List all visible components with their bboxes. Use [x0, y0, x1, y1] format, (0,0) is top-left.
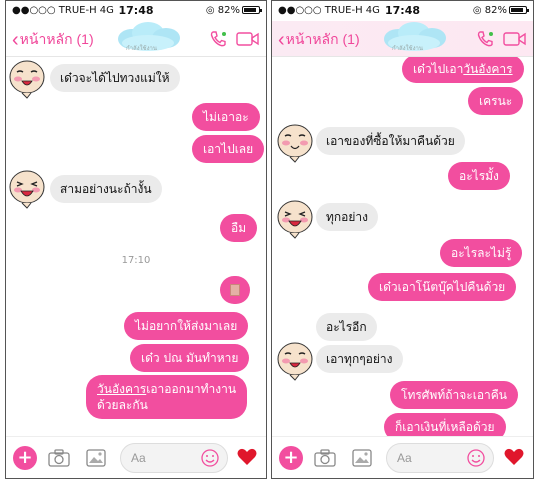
phone-icon[interactable] — [208, 29, 228, 49]
video-icon[interactable] — [503, 30, 527, 48]
avatar-sticker — [277, 200, 313, 239]
chat-header: ‹หน้าหลัก (1) กำลังใช้งาน — [272, 21, 533, 57]
chevron-left-icon: ‹ — [12, 29, 19, 51]
message-outgoing: เด๋วเอาโน๊ตบุ๊คไปคืนด้วย — [368, 273, 517, 301]
battery-percent: 82% — [217, 5, 240, 16]
message-outgoing: อะไรมั้ง — [448, 162, 510, 190]
image-icon[interactable] — [352, 448, 372, 468]
message-outgoing: เอาไปเลย — [192, 135, 265, 163]
video-icon[interactable] — [236, 30, 260, 48]
input-placeholder: Aa — [131, 451, 146, 465]
status-subtitle: กำลังใช้งาน — [126, 45, 158, 52]
message-outgoing: ไม่อยากให้ส่งมาเลย — [124, 312, 249, 340]
message-outgoing: ไม่เอาอะ — [192, 103, 260, 131]
camera-icon[interactable] — [48, 448, 70, 468]
message-input[interactable]: Aa — [120, 443, 228, 473]
battery-indicator: ◎ 82% — [205, 5, 262, 16]
status-subtitle: กำลังใช้งาน — [392, 45, 424, 52]
message-line: ด้วยละกัน — [97, 398, 148, 412]
message-outgoing: อะไรละไม่รู้ — [440, 239, 523, 267]
camera-icon[interactable] — [314, 448, 336, 468]
timestamp: 17:10 — [121, 255, 151, 266]
input-placeholder: Aa — [397, 451, 412, 465]
avatar-sticker — [277, 342, 313, 381]
back-button[interactable]: ‹หน้าหลัก (1) — [278, 29, 360, 51]
message-outgoing: เด๋วไปเอาวันอังคาร — [402, 57, 524, 83]
heart-icon[interactable] — [236, 447, 258, 467]
composer-bar: + Aa — [6, 436, 266, 478]
back-label: หน้าหลัก (1) — [285, 31, 360, 47]
battery-icon — [242, 6, 262, 14]
back-button[interactable]: ‹หน้าหลัก (1) — [12, 29, 94, 51]
heart-icon[interactable] — [503, 447, 525, 467]
message-outgoing: อืม — [220, 214, 258, 242]
plus-icon[interactable]: + — [279, 446, 303, 470]
battery-indicator: ◎ 82% — [472, 5, 529, 16]
composer-bar: + Aa — [272, 436, 533, 478]
message-outgoing: เด๋ว ปณ มันทำหาย — [130, 344, 250, 372]
image-icon[interactable] — [86, 448, 106, 468]
message-outgoing: เครนะ — [468, 87, 524, 115]
date-link[interactable]: วันอังคาร — [463, 62, 512, 76]
status-bar: ●●○○○ TRUE-H 4G 17:48 ◎ 82% — [6, 1, 266, 21]
conversation-area[interactable]: เด๋วจะได้ไปทวงแม่ให้ ไม่เอาอะ เอาไปเลย ส… — [6, 57, 266, 437]
message-outgoing-attachment[interactable] — [220, 276, 250, 304]
message-incoming: สามอย่างนะถ้างั้น — [50, 175, 162, 203]
battery-icon — [509, 6, 529, 14]
message-outgoing: โทรศัพท์ถ้าจะเอาคืน — [390, 381, 518, 409]
message-outgoing-multiline: วันอังคารเอาออกมาทำงาน ด้วยละกัน — [86, 375, 248, 419]
chevron-left-icon: ‹ — [278, 29, 285, 51]
date-link[interactable]: วันอังคาร — [97, 382, 146, 396]
back-label: หน้าหลัก (1) — [19, 31, 94, 47]
message-incoming: เอาทุกๆอย่าง — [316, 345, 403, 373]
avatar-sticker — [277, 124, 313, 163]
battery-percent: 82% — [484, 5, 507, 16]
image-thumbnail — [230, 284, 240, 296]
chat-header: ‹หน้าหลัก (1) กำลังใช้งาน — [6, 21, 266, 57]
left-phone-screenshot: ●●○○○ TRUE-H 4G 17:48 ◎ 82% ‹หน้าหลัก (1… — [5, 0, 267, 479]
message-line-rest: เอาออกมาทำงาน — [146, 382, 237, 396]
message-incoming: เอาของที่ซื้อให้มาคืนด้วย — [316, 127, 465, 155]
status-bar: ●●○○○ TRUE-H 4G 17:48 ◎ 82% — [272, 1, 533, 21]
message-incoming: ทุกอย่าง — [316, 203, 379, 231]
plus-icon[interactable]: + — [13, 446, 37, 470]
right-phone-screenshot: ●●○○○ TRUE-H 4G 17:48 ◎ 82% ‹หน้าหลัก (1… — [271, 0, 534, 479]
lock-rotation-icon: ◎ — [472, 5, 485, 16]
message-line: วันอังคารเอาออกมาทำงาน — [97, 381, 236, 397]
message-input[interactable]: Aa — [386, 443, 494, 473]
avatar-sticker — [9, 170, 45, 209]
message-text: เด๋วไปเอา — [413, 62, 464, 76]
message-incoming: เด๋วจะได้ไปทวงแม่ให้ — [50, 64, 180, 92]
emoji-icon[interactable] — [467, 449, 485, 467]
lock-rotation-icon: ◎ — [205, 5, 218, 16]
avatar-sticker — [9, 60, 45, 99]
message-outgoing: ก็เอาเงินที่เหลือด้วย — [384, 413, 506, 437]
emoji-icon[interactable] — [201, 449, 219, 467]
conversation-area[interactable]: เด๋วไปเอาวันอังคาร เครนะ เอาของที่ซื้อให… — [272, 57, 533, 437]
phone-icon[interactable] — [475, 29, 495, 49]
message-incoming: อะไรอีก — [316, 313, 377, 341]
